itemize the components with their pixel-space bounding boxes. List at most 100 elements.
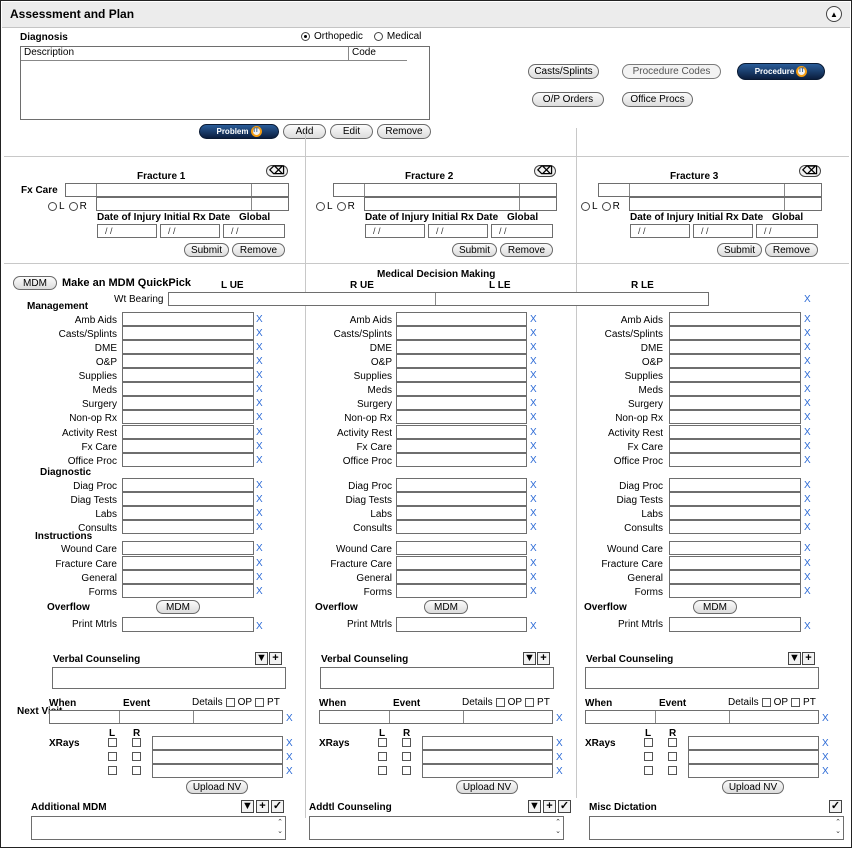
clear-x-icon[interactable]: X	[530, 572, 537, 583]
clear-x-icon[interactable]: X	[530, 543, 537, 554]
xray-field[interactable]	[422, 750, 553, 764]
xray-left-checkbox[interactable]	[378, 738, 387, 747]
details-checkbox[interactable]	[225, 698, 235, 707]
management_items-field[interactable]	[396, 354, 527, 368]
instruction_items-field[interactable]	[396, 541, 527, 555]
diagnostic_items-field[interactable]	[122, 520, 254, 534]
clear-x-icon[interactable]: X	[256, 494, 263, 505]
management_items-field[interactable]	[669, 326, 801, 340]
overflow-mdm-button[interactable]: MDM	[693, 600, 737, 614]
management_items-field[interactable]	[396, 396, 527, 410]
details-checkbox[interactable]	[495, 698, 505, 707]
clear-x-icon[interactable]: X	[804, 586, 811, 597]
left-radio[interactable]	[581, 202, 590, 211]
clear-x-icon[interactable]: X	[256, 370, 263, 381]
dropdown-icon[interactable]: ▼	[788, 652, 801, 665]
print-mtrls-field[interactable]	[669, 617, 801, 632]
dropdown-icon[interactable]: ▼	[255, 652, 268, 665]
management_items-field[interactable]	[122, 382, 254, 396]
clear-x-icon[interactable]: X	[530, 558, 537, 569]
management_items-field[interactable]	[396, 326, 527, 340]
clear-x-icon[interactable]: X	[804, 455, 811, 466]
add-icon[interactable]: +	[269, 652, 282, 665]
xray-field[interactable]	[422, 764, 553, 778]
remove-fracture-button[interactable]: Remove	[500, 243, 553, 257]
clear-x-icon[interactable]: X	[256, 356, 263, 367]
clear-x-icon[interactable]: X	[804, 427, 811, 438]
xray-field[interactable]	[688, 764, 819, 778]
xray-right-checkbox[interactable]	[132, 766, 141, 775]
clear-x-icon[interactable]: X	[256, 558, 263, 569]
xray-left-checkbox[interactable]	[108, 752, 117, 761]
clear-x-icon[interactable]: X	[256, 384, 263, 395]
xray-left-checkbox[interactable]	[644, 752, 653, 761]
dropdown-icon[interactable]: ▼	[528, 800, 541, 813]
clear-x-icon[interactable]: X	[804, 356, 811, 367]
upload-nv-button[interactable]: Upload NV	[456, 780, 518, 794]
clear-x-icon[interactable]: X	[530, 328, 537, 339]
instruction_items-field[interactable]	[122, 584, 254, 598]
problem-it-button[interactable]: Problem IT	[199, 124, 279, 139]
diagnostic_items-field[interactable]	[122, 478, 254, 492]
next-visit-field[interactable]	[319, 710, 553, 724]
right-radio[interactable]	[68, 202, 78, 211]
xray-right-checkbox[interactable]	[668, 752, 677, 761]
scroll-down-icon[interactable]: ⌄	[277, 828, 283, 836]
clear-x-icon[interactable]: X	[530, 441, 537, 452]
diagnostic_items-field[interactable]	[669, 506, 801, 520]
add-icon[interactable]: +	[537, 652, 550, 665]
eraser-icon[interactable]: ⌫	[799, 165, 821, 177]
add-icon[interactable]: +	[256, 800, 269, 813]
left-radio[interactable]	[316, 202, 325, 211]
clear-x-icon[interactable]: X	[256, 543, 263, 554]
date-field-2[interactable]: / /	[160, 224, 220, 238]
diagnostic_items-field[interactable]	[669, 520, 801, 534]
management_items-field[interactable]	[669, 368, 801, 382]
orthopedic-radio[interactable]	[301, 32, 310, 41]
left-radio[interactable]	[48, 202, 57, 211]
management_items-field[interactable]	[122, 410, 254, 424]
management_items-field[interactable]	[669, 396, 801, 410]
upload-nv-button[interactable]: Upload NV	[722, 780, 784, 794]
clear-x-icon[interactable]: X	[804, 398, 811, 409]
management_items-field[interactable]	[122, 368, 254, 382]
management_items-field[interactable]	[669, 354, 801, 368]
xray-right-checkbox[interactable]	[402, 738, 411, 747]
xray-field[interactable]	[688, 750, 819, 764]
instruction_items-field[interactable]	[122, 556, 254, 570]
clear-x-icon[interactable]: X	[804, 412, 811, 423]
clear-x-icon[interactable]: X	[256, 621, 263, 632]
xray-right-checkbox[interactable]	[668, 738, 677, 747]
management_items-field[interactable]	[122, 312, 254, 326]
clear-x-icon[interactable]: X	[804, 314, 811, 325]
instruction_items-field[interactable]	[669, 570, 801, 584]
bottom-textarea[interactable]: ⌃ ⌄	[31, 816, 286, 840]
instruction_items-field[interactable]	[396, 570, 527, 584]
xray-right-checkbox[interactable]	[132, 752, 141, 761]
diagnostic_items-field[interactable]	[122, 492, 254, 506]
xray-right-checkbox[interactable]	[402, 752, 411, 761]
remove-fracture-button[interactable]: Remove	[232, 243, 285, 257]
diagnostic_items-field[interactable]	[669, 492, 801, 506]
clear-x-icon[interactable]: X	[286, 713, 293, 724]
diagnosis-table[interactable]: Description Code	[20, 46, 430, 120]
management_items-field[interactable]	[122, 453, 254, 467]
clear-x-icon[interactable]: X	[256, 412, 263, 423]
management_items-field[interactable]	[669, 453, 801, 467]
management_items-field[interactable]	[122, 354, 254, 368]
casts-splints-button[interactable]: Casts/Splints	[528, 64, 599, 79]
bottom-textarea[interactable]: ⌃ ⌄	[309, 816, 564, 840]
verbal-counseling-textarea[interactable]	[52, 667, 286, 689]
scroll-up-icon[interactable]: ⌃	[555, 819, 561, 827]
submit-fracture-button[interactable]: Submit	[184, 243, 229, 257]
clear-x-icon[interactable]: X	[804, 558, 811, 569]
diagnostic_items-field[interactable]	[396, 520, 527, 534]
management_items-field[interactable]	[396, 425, 527, 439]
clear-x-icon[interactable]: X	[530, 356, 537, 367]
clear-x-icon[interactable]: X	[256, 508, 263, 519]
clear-x-icon[interactable]: X	[804, 384, 811, 395]
clear-x-icon[interactable]: X	[804, 621, 811, 632]
clear-x-icon[interactable]: X	[530, 427, 537, 438]
op-checkbox[interactable]	[791, 698, 801, 707]
clear-x-icon[interactable]: X	[256, 441, 263, 452]
